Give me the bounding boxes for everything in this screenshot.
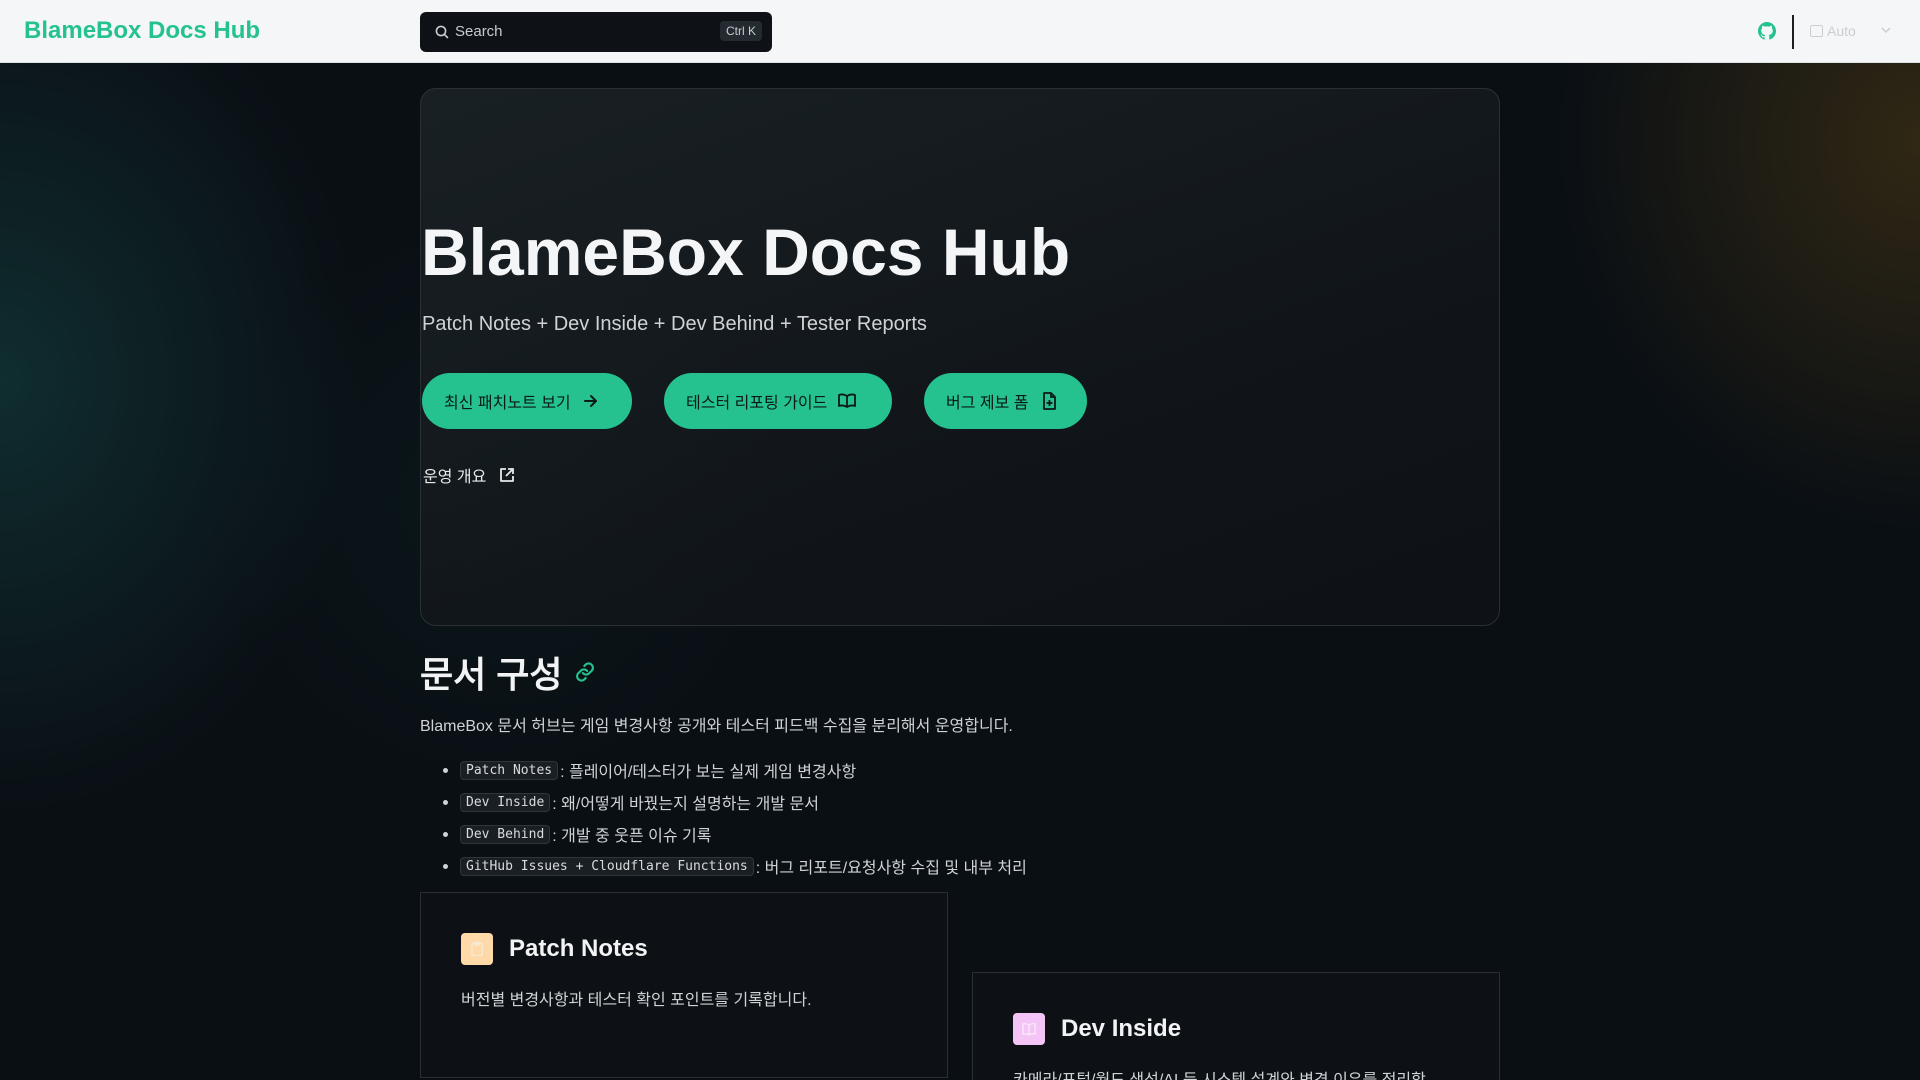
card-description: 카메라/포털/월드 생성/AI 등 시스템 설계와 변경 이유를 정리합 xyxy=(1013,1066,1426,1080)
top-navbar: BlameBox Docs Hub Search Ctrl K Auto xyxy=(0,0,1920,63)
clipboard-icon xyxy=(461,933,493,965)
card-title: Dev Inside xyxy=(1061,1015,1182,1042)
hero-subtitle: Patch Notes + Dev Inside + Dev Behind + … xyxy=(422,313,927,335)
clipboard-glyph xyxy=(471,941,483,957)
list-item: Dev Inside : 왜/어떻게 바꿨는지 설명하는 개발 문서 xyxy=(440,786,1027,818)
patch-notes-card[interactable]: Patch Notes 버전별 변경사항과 테스터 확인 포인트를 기록합니다. xyxy=(420,892,948,1078)
github-icon[interactable] xyxy=(1758,22,1776,40)
search-shortcut-badge: Ctrl K xyxy=(720,21,762,41)
file-plus-icon xyxy=(1042,392,1056,410)
list-item: Patch Notes : 플레이어/테스터가 보는 실제 게임 변경사항 xyxy=(440,754,1027,786)
link-anchor-icon[interactable] xyxy=(572,659,598,685)
hero-title: BlameBox Docs Hub xyxy=(421,215,1071,289)
monitor-icon xyxy=(1810,25,1823,37)
theme-select-value: Auto xyxy=(1827,23,1856,39)
section-heading-text: 문서 구성 xyxy=(420,654,563,695)
card-title: Patch Notes xyxy=(509,935,648,962)
inline-code: Dev Behind xyxy=(460,824,551,844)
book-icon xyxy=(1013,1013,1045,1045)
theme-select[interactable]: Auto xyxy=(1810,23,1856,39)
bug-report-form-button[interactable]: 버그 제보 폼 xyxy=(924,373,1087,429)
latest-patch-notes-button[interactable]: 최신 패치노트 보기 xyxy=(422,373,632,429)
brand-logo-link[interactable]: BlameBox Docs Hub xyxy=(24,17,260,45)
arrow-right-icon xyxy=(583,395,597,407)
list-item: GitHub Issues + Cloudflare Functions : 버… xyxy=(440,850,1027,882)
operations-overview-link[interactable]: 운영 개요 xyxy=(423,463,516,487)
list-item-text: : 개발 중 웃픈 이슈 기록 xyxy=(552,828,712,845)
inline-code: Dev Inside xyxy=(460,792,551,812)
list-item-text: : 왜/어떻게 바꿨는지 설명하는 개발 문서 xyxy=(552,796,819,813)
inline-code: GitHub Issues + Cloudflare Functions xyxy=(460,856,754,876)
link-label: 운영 개요 xyxy=(423,469,487,486)
list-item-text: : 버그 리포트/요청사항 수집 및 내부 처리 xyxy=(755,860,1027,877)
chevron-down-icon[interactable] xyxy=(1880,24,1892,36)
doc-structure-list: Patch Notes : 플레이어/테스터가 보는 실제 게임 변경사항 De… xyxy=(440,754,1027,882)
dev-inside-card[interactable]: Dev Inside 카메라/포털/월드 생성/AI 등 시스템 설계와 변경 … xyxy=(972,972,1500,1080)
hero-panel: BlameBox Docs Hub Patch Notes + Dev Insi… xyxy=(420,88,1500,626)
inline-code: Patch Notes xyxy=(460,760,559,780)
header-divider xyxy=(1792,15,1794,49)
list-item-text: : 플레이어/테스터가 보는 실제 게임 변경사항 xyxy=(560,764,857,781)
card-description: 버전별 변경사항과 테스터 확인 포인트를 기록합니다. xyxy=(461,992,812,1009)
book-open-icon xyxy=(838,393,857,408)
section-heading: 문서 구성 xyxy=(420,646,598,698)
search-icon xyxy=(435,25,449,39)
button-label: 버그 제보 폼 xyxy=(946,395,1029,412)
book-glyph xyxy=(1022,1023,1036,1036)
tester-reporting-guide-button[interactable]: 테스터 리포팅 가이드 xyxy=(664,373,892,429)
button-label: 최신 패치노트 보기 xyxy=(444,395,571,412)
external-link-icon xyxy=(500,468,515,482)
section-description: BlameBox 문서 허브는 게임 변경사항 공개와 테스터 피드백 수집을 … xyxy=(420,718,1013,735)
search-placeholder: Search xyxy=(455,23,503,40)
button-label: 테스터 리포팅 가이드 xyxy=(686,395,828,412)
search-button[interactable]: Search Ctrl K xyxy=(420,12,772,52)
list-item: Dev Behind : 개발 중 웃픈 이슈 기록 xyxy=(440,818,1027,850)
